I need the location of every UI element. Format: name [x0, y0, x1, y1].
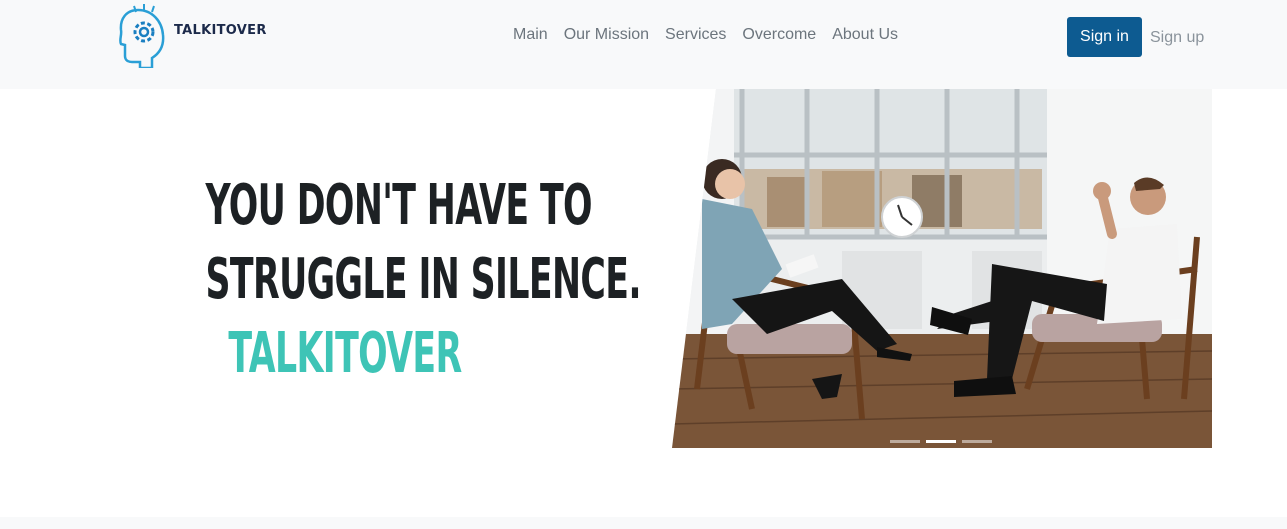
- nav-item-services[interactable]: Services: [657, 24, 734, 46]
- main-nav: Main Our Mission Services Overcome About…: [505, 24, 906, 46]
- nav-item-about-us[interactable]: About Us: [824, 24, 906, 46]
- brand-name: TALKITOVER: [174, 23, 267, 38]
- hero-heading-line-2: STRUGGLE IN SILENCE.: [205, 247, 642, 312]
- navbar: TALKITOVER Main Our Mission Services Ove…: [0, 0, 1287, 89]
- nav-item-our-mission[interactable]: Our Mission: [556, 24, 657, 46]
- carousel-indicators: [890, 440, 992, 443]
- carousel-indicator-1[interactable]: [890, 440, 920, 443]
- hero-brand-tagline: TALKITOVER: [228, 321, 462, 386]
- sign-in-button[interactable]: Sign in: [1067, 17, 1142, 57]
- carousel-indicator-2[interactable]: [926, 440, 956, 443]
- carousel-indicator-3[interactable]: [962, 440, 992, 443]
- brand-logo-link[interactable]: TALKITOVER: [116, 3, 266, 73]
- therapy-session-photo: [672, 89, 1212, 448]
- hero-carousel-image[interactable]: [672, 89, 1212, 448]
- head-gear-icon: [116, 3, 168, 73]
- nav-item-main[interactable]: Main: [505, 24, 556, 46]
- sign-up-link[interactable]: Sign up: [1150, 27, 1204, 49]
- section-divider: [0, 517, 1287, 529]
- hero-heading-line-1: YOU DON'T HAVE TO: [205, 173, 593, 238]
- nav-item-overcome[interactable]: Overcome: [734, 24, 824, 46]
